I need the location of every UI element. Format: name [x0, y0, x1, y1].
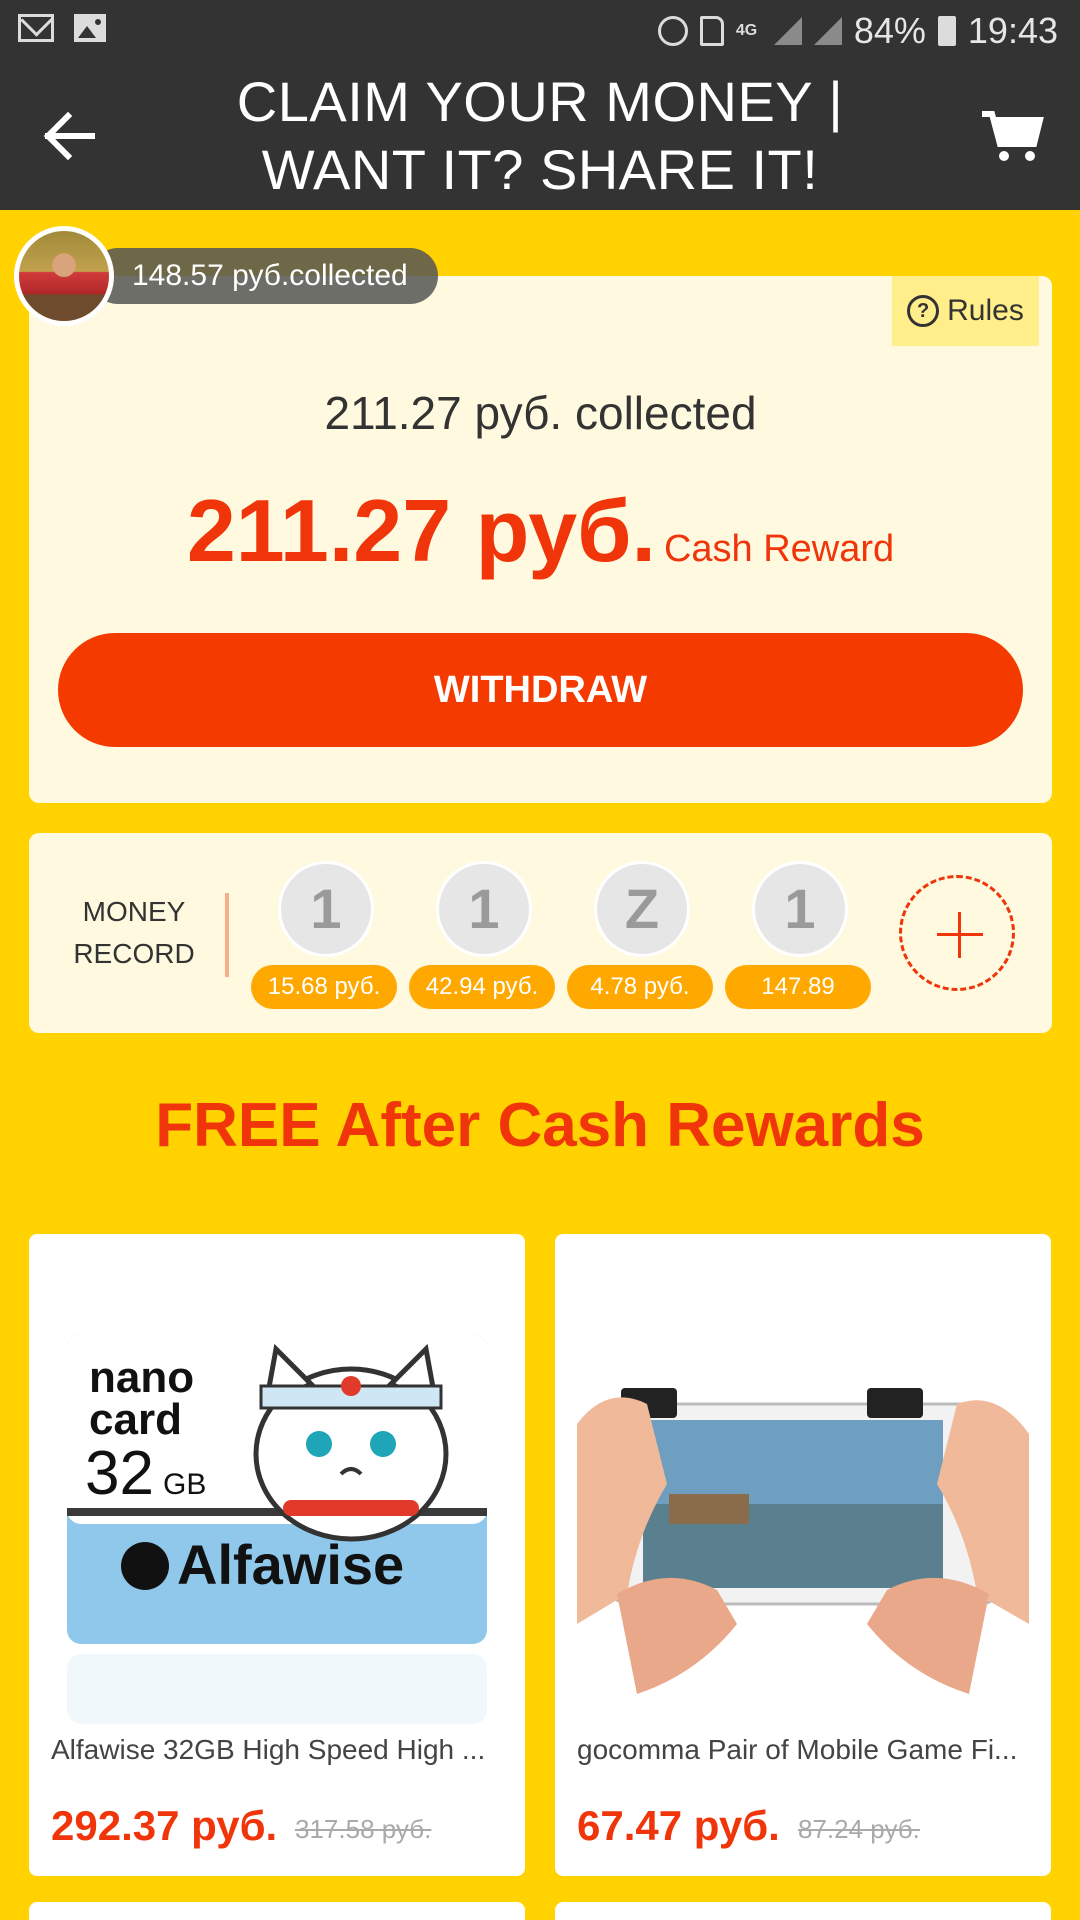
record-avatar: 1 [436, 861, 532, 957]
product-price: 292.37 руб. [51, 1802, 278, 1849]
battery-icon [937, 16, 956, 46]
signal-icon [773, 17, 802, 45]
product-card-peek [29, 1902, 525, 1920]
record-avatar: 1 [278, 861, 374, 957]
4g-icon: 4G [735, 22, 758, 39]
product-name: gocomma Pair of Mobile Game Fi... [577, 1734, 1018, 1765]
record-item[interactable]: 1 147.89 [725, 861, 873, 1011]
record-amount: 147.89 [725, 965, 871, 1009]
record-avatar: Z [594, 861, 690, 957]
product-old-price: 87.24 руб. [798, 1814, 920, 1844]
record-amount: 4.78 руб. [567, 965, 713, 1009]
section-title: FREE After Cash Rewards [155, 1091, 925, 1160]
image-icon [74, 14, 106, 42]
card-text-brand: Alfawise [177, 1533, 404, 1596]
avatar[interactable] [14, 226, 114, 326]
back-button[interactable] [40, 108, 100, 164]
money-record-card: MONEY RECORD 1 15.68 руб. 1 42.94 руб. Z… [29, 833, 1052, 1033]
reward-amount: 211.27 руб. [186, 481, 656, 580]
money-record-label: MONEY RECORD [73, 896, 195, 969]
record-item[interactable]: 1 15.68 руб. [251, 861, 399, 1011]
battery-level: 84% [853, 10, 926, 51]
arrow-left-icon [43, 111, 95, 161]
record-item[interactable]: Z 4.78 руб. [567, 861, 715, 1011]
card-text-unit: GB [163, 1468, 206, 1501]
product-card-peek [555, 1902, 1051, 1920]
reward-card: ? Rules 211.27 руб. collected 211.27 руб… [29, 276, 1052, 803]
record-amount: 42.94 руб. [409, 965, 555, 1009]
cart-icon [982, 111, 1044, 161]
record-amount: 15.68 руб. [251, 965, 397, 1009]
collected-text: 211.27 руб. collected [324, 387, 757, 439]
product-image [577, 1294, 1029, 1746]
clock: 19:43 [967, 10, 1058, 51]
rules-button[interactable]: ? Rules [892, 276, 1039, 346]
record-avatar: 1 [752, 861, 848, 957]
reward-suffix: Cash Reward [663, 528, 895, 570]
add-friend-button[interactable] [899, 875, 1015, 991]
cash-reward: 211.27 руб. Cash Reward [29, 480, 1052, 582]
record-item[interactable]: 1 42.94 руб. [409, 861, 557, 1011]
card-text-capacity: 32 [85, 1439, 154, 1508]
withdraw-button[interactable]: WITHDRAW [58, 633, 1023, 747]
product-old-price: 317.58 руб. [295, 1814, 432, 1844]
rules-label: Rules [947, 294, 1024, 327]
product-price: 67.47 руб. [577, 1802, 780, 1849]
divider [225, 893, 229, 977]
alarm-icon [657, 16, 688, 46]
question-icon: ? [907, 295, 940, 327]
card-text-card: card [89, 1395, 182, 1444]
mail-icon [18, 14, 54, 42]
product-card[interactable]: nano card 32 GB Alfawise Alfawise 32GB H… [29, 1234, 525, 1876]
app-bar: CLAIM YOUR MONEY | WANT IT? SHARE IT! [0, 62, 1080, 210]
product-image: nano card 32 GB Alfawise [67, 1334, 487, 1724]
signal-icon [813, 17, 842, 45]
cart-button[interactable] [980, 106, 1044, 166]
product-card[interactable]: gocomma Pair of Mobile Game Fi... 67.47 … [555, 1234, 1051, 1876]
status-bar: 4G 84% 19:43 [0, 0, 1080, 62]
page-title: CLAIM YOUR MONEY | WANT IT? SHARE IT! [236, 70, 844, 201]
product-name: Alfawise 32GB High Speed High ... [51, 1734, 486, 1765]
sim-icon [699, 16, 724, 46]
friend-collected-badge: 148.57 руб.collected [90, 248, 438, 304]
